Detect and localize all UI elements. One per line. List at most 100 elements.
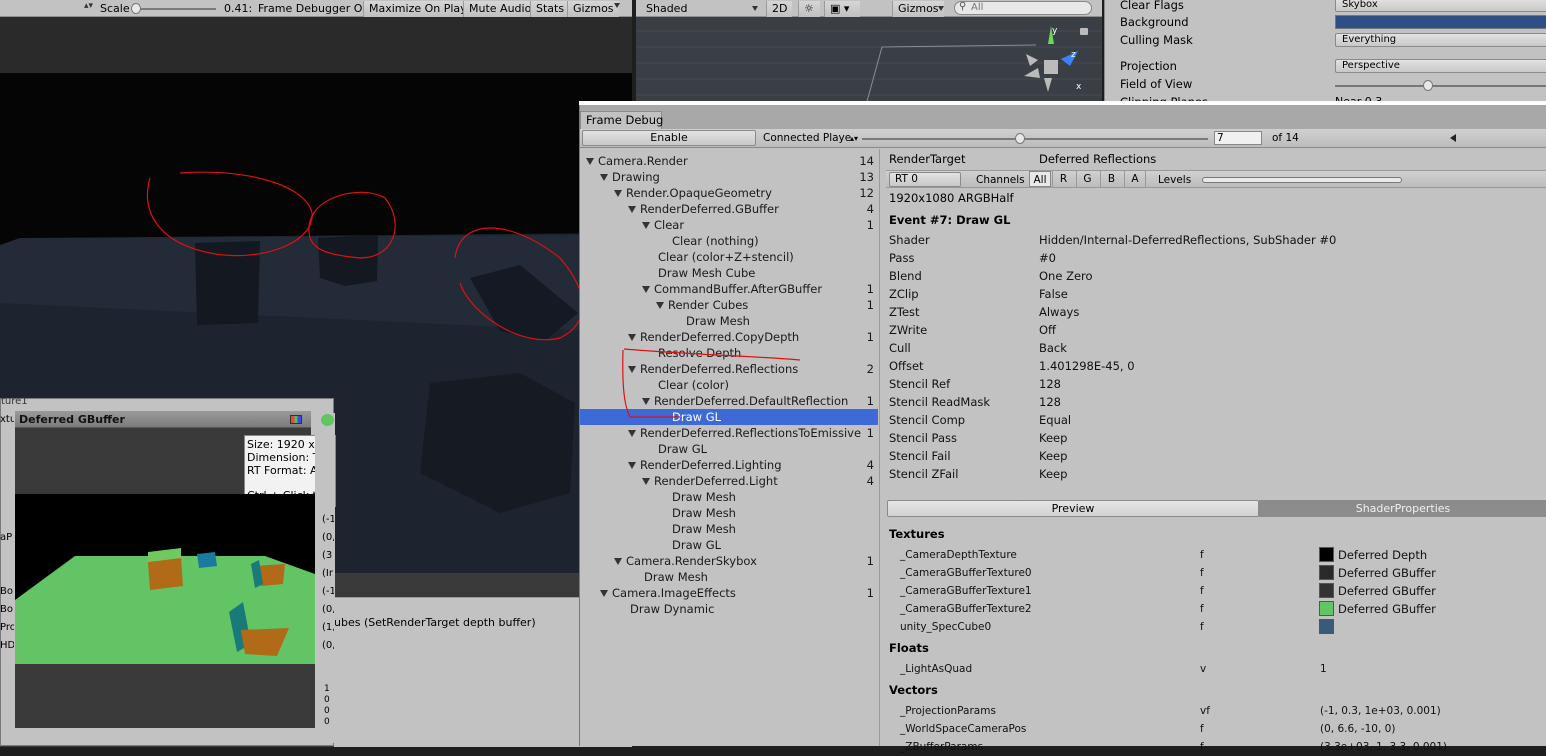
- expand-triangle-icon[interactable]: [656, 302, 664, 309]
- culling-mask-dropdown[interactable]: Everything: [1335, 33, 1546, 47]
- channel-all-button[interactable]: All: [1029, 171, 1051, 187]
- tree-item[interactable]: CommandBuffer.AfterGBuffer 1: [580, 281, 878, 297]
- tree-item[interactable]: Render Cubes 1: [580, 297, 878, 313]
- dropdown-arrow-icon[interactable]: [938, 6, 944, 11]
- scale-slider[interactable]: [134, 8, 216, 10]
- tree-item[interactable]: Draw Dynamic: [580, 601, 878, 617]
- shader-prop-name: _ProjectionParams: [900, 705, 996, 717]
- expand-triangle-icon[interactable]: [600, 174, 608, 181]
- tree-item[interactable]: Clear (color+Z+stencil): [580, 249, 878, 265]
- tree-item[interactable]: RenderDeferred.Lighting 4: [580, 457, 878, 473]
- tree-item[interactable]: Draw GL: [580, 537, 878, 553]
- expand-triangle-icon[interactable]: [628, 462, 636, 469]
- texture-thumbnail-icon[interactable]: [1319, 601, 1334, 616]
- tree-item[interactable]: Draw Mesh: [580, 521, 878, 537]
- texture-thumbnail-icon[interactable]: [1319, 565, 1334, 580]
- property-key: Cull: [889, 341, 911, 355]
- tree-item[interactable]: Draw Mesh: [580, 505, 878, 521]
- tree-item-label: Camera.Render: [598, 154, 688, 168]
- frame-slider[interactable]: [862, 138, 1208, 140]
- dropdown-arrow-icon[interactable]: [752, 6, 758, 11]
- tree-item[interactable]: RenderDeferred.Light 4: [580, 473, 878, 489]
- dropdown-arrow-icon[interactable]: ▴▾: [850, 134, 858, 143]
- render-target-value: Deferred Reflections: [1039, 152, 1157, 166]
- expand-triangle-icon[interactable]: [614, 190, 622, 197]
- tree-item-count: 4: [866, 458, 874, 472]
- levels-slider[interactable]: [1202, 177, 1402, 183]
- tab-frame-debug[interactable]: Frame Debug: [580, 111, 663, 129]
- tree-item[interactable]: RenderDeferred.CopyDepth 1: [580, 329, 878, 345]
- background-color-field[interactable]: [1335, 15, 1546, 29]
- stats-button[interactable]: Stats: [530, 1, 570, 17]
- property-value: Off: [1039, 323, 1056, 337]
- projection-dropdown[interactable]: Perspective: [1335, 59, 1546, 73]
- frame-number-input[interactable]: 7: [1214, 131, 1262, 145]
- tree-item[interactable]: Camera.ImageEffects 1: [580, 585, 878, 601]
- channel-r-button[interactable]: R: [1052, 171, 1074, 187]
- tree-item[interactable]: Camera.RenderSkybox 1: [580, 553, 878, 569]
- maximize-on-play-button[interactable]: Maximize On Play: [363, 1, 472, 17]
- tree-item[interactable]: Draw GL: [580, 441, 878, 457]
- tree-item[interactable]: Camera.Render 14: [580, 153, 878, 169]
- frame-slider-thumb[interactable]: [1015, 133, 1025, 144]
- tree-item[interactable]: Render.OpaqueGeometry 12: [580, 185, 878, 201]
- tree-item[interactable]: Drawing 13: [580, 169, 878, 185]
- expand-triangle-icon[interactable]: [642, 478, 650, 485]
- tab-preview[interactable]: Preview: [887, 500, 1259, 517]
- gizmos-dropdown-icon[interactable]: [614, 3, 620, 8]
- connected-player-dropdown[interactable]: Connected Playe: [763, 132, 851, 144]
- tree-item[interactable]: Clear (nothing): [580, 233, 878, 249]
- fov-slider[interactable]: [1335, 85, 1546, 87]
- property-value: 128: [1039, 395, 1061, 409]
- channel-g-button[interactable]: G: [1076, 171, 1098, 187]
- scale-slider-thumb[interactable]: [131, 3, 141, 14]
- tree-item[interactable]: RenderDeferred.ReflectionsToEmissive 1: [580, 425, 878, 441]
- lighting-toggle-icon[interactable]: ☼: [798, 1, 820, 17]
- lock-icon[interactable]: [1080, 28, 1088, 35]
- expand-triangle-icon[interactable]: [642, 222, 650, 229]
- channel-a-button[interactable]: A: [1124, 171, 1146, 187]
- dropdown-arrow-icon[interactable]: ▴▾: [84, 1, 93, 11]
- texture-thumbnail-icon[interactable]: [1319, 619, 1334, 634]
- tree-item[interactable]: Draw Mesh: [580, 313, 878, 329]
- rt-select-dropdown[interactable]: RT 0: [889, 172, 961, 187]
- channel-b-button[interactable]: B: [1100, 171, 1122, 187]
- gbuffer-titlebar[interactable]: Deferred GBuffer: [15, 411, 311, 428]
- tree-item[interactable]: Clear 1: [580, 217, 878, 233]
- previous-frame-icon[interactable]: [1450, 134, 1456, 142]
- tree-item[interactable]: RenderDeferred.GBuffer 4: [580, 201, 878, 217]
- side-value: (0,: [322, 640, 334, 651]
- expand-triangle-icon[interactable]: [628, 206, 636, 213]
- clear-flags-dropdown[interactable]: Skybox: [1335, 0, 1546, 12]
- expand-triangle-icon[interactable]: [614, 558, 622, 565]
- scene-gizmos-button[interactable]: Gizmos: [892, 1, 944, 17]
- shader-prop-value: (0, 6.6, -10, 0): [1320, 723, 1396, 735]
- expand-triangle-icon[interactable]: [600, 590, 608, 597]
- scene-search-input[interactable]: ⚲ All: [954, 1, 1092, 15]
- gizmos-button[interactable]: Gizmos: [567, 1, 619, 17]
- fov-slider-thumb[interactable]: [1423, 80, 1433, 91]
- enable-button[interactable]: Enable: [582, 130, 756, 146]
- side-label: Bo:: [0, 604, 14, 615]
- annotation-marks: [622, 348, 801, 418]
- game-toolbar: ▴▾ Scale 0.41: Frame Debugger On Maximiz…: [0, 0, 632, 17]
- texture-thumbnail-icon[interactable]: [1319, 547, 1334, 562]
- expand-triangle-icon[interactable]: [586, 158, 594, 165]
- expand-triangle-icon[interactable]: [628, 430, 636, 437]
- image-effects-icon[interactable]: ▣ ▾: [824, 1, 860, 17]
- scale-label: Scale: [100, 2, 130, 15]
- tree-item[interactable]: Draw Mesh: [580, 489, 878, 505]
- console-message[interactable]: ubes (SetRenderTarget depth buffer): [334, 616, 536, 629]
- tab-shader-properties[interactable]: ShaderProperties: [1259, 500, 1546, 517]
- 2d-toggle-button[interactable]: 2D: [766, 1, 793, 17]
- expand-triangle-icon[interactable]: [642, 286, 650, 293]
- mute-audio-button[interactable]: Mute Audio: [463, 1, 537, 17]
- shader-prop-type: f: [1200, 723, 1204, 735]
- tree-item[interactable]: Draw Mesh: [580, 569, 878, 585]
- shading-mode-dropdown[interactable]: Shaded: [646, 2, 687, 15]
- expand-triangle-icon[interactable]: [628, 334, 636, 341]
- color-swatch-icon[interactable]: [290, 415, 302, 424]
- scene-view[interactable]: Shaded 2D ☼ ▣ ▾ Gizmos ⚲ All y z x: [636, 0, 1102, 105]
- texture-thumbnail-icon[interactable]: [1319, 583, 1334, 598]
- tree-item[interactable]: Draw Mesh Cube: [580, 265, 878, 281]
